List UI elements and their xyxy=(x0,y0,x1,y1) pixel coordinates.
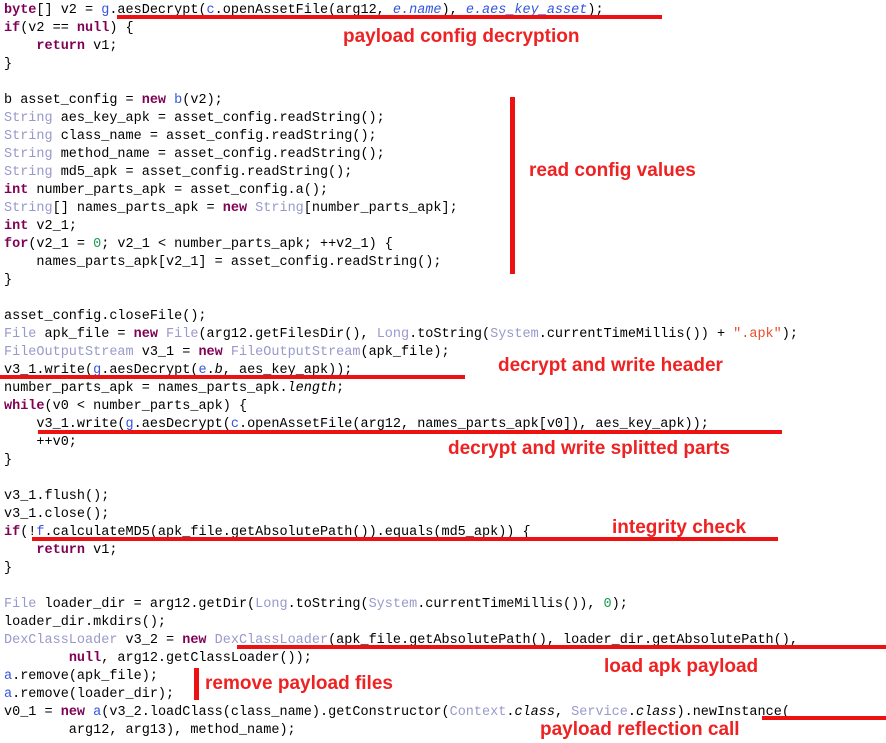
code-line: if(!f.calculateMD5(apk_file.getAbsoluteP… xyxy=(4,525,531,540)
code-line: return v1; xyxy=(36,543,118,558)
code-line: asset_config.closeFile(); xyxy=(4,309,207,324)
code-line: names_parts_apk[v2_1] = asset_config.rea… xyxy=(4,255,442,270)
code-line: File loader_dir = arg12.getDir(Long.toSt… xyxy=(4,597,628,612)
code-line: String method_name = asset_config.readSt… xyxy=(4,147,385,162)
code-line: } xyxy=(4,453,13,468)
code-line: number_parts_apk = names_parts_apk.lengt… xyxy=(4,381,345,396)
code-line: String[] names_parts_apk = new String[nu… xyxy=(4,201,458,216)
code-line: File apk_file = new File(arg12.getFilesD… xyxy=(4,327,798,342)
code-line: while(v0 < number_parts_apk) { xyxy=(4,399,248,414)
code-line: byte[] v2 = g.aesDecrypt(c.openAssetFile… xyxy=(4,3,604,18)
code-line: loader_dir.mkdirs(); xyxy=(4,615,167,630)
code-line: v3_1.close(); xyxy=(4,507,110,522)
code-line: if(v2 == null) { xyxy=(4,21,134,36)
code-line: String aes_key_apk = asset_config.readSt… xyxy=(4,111,385,126)
code-line: v3_1.flush(); xyxy=(4,489,110,504)
code-line: int number_parts_apk = asset_config.a(); xyxy=(4,183,329,198)
code-line: DexClassLoader v3_2 = new DexClassLoader… xyxy=(4,633,798,648)
code-line: String md5_apk = asset_config.readString… xyxy=(4,165,353,180)
code-line: FileOutputStream v3_1 = new FileOutputSt… xyxy=(4,345,450,360)
code-line: return v1; xyxy=(36,39,118,54)
code-line: v3_1.write(g.aesDecrypt(c.openAssetFile(… xyxy=(4,417,709,432)
code-line: } xyxy=(4,57,13,72)
code-line: a.remove(apk_file); xyxy=(4,669,158,684)
code-line: ++v0; xyxy=(4,435,77,450)
code-line: b asset_config = new b(v2); xyxy=(4,93,223,108)
code-line: String class_name = asset_config.readStr… xyxy=(4,129,377,144)
code-line: for(v2_1 = 0; v2_1 < number_parts_apk; +… xyxy=(4,237,393,252)
code-line: a.remove(loader_dir); xyxy=(4,687,175,702)
code-line: v0_1 = new a(v3_2.loadClass(class_name).… xyxy=(4,705,790,720)
code-line: int v2_1; xyxy=(4,219,77,234)
code-listing: byte[] v2 = g.aesDecrypt(c.openAssetFile… xyxy=(0,0,886,743)
code-line: arg12, arg13), method_name); xyxy=(4,723,296,738)
code-line: v3_1.write(g.aesDecrypt(e.b, aes_key_apk… xyxy=(4,363,353,378)
code-line: } xyxy=(4,561,13,576)
code-line: } xyxy=(4,273,13,288)
code-line: null, arg12.getClassLoader()); xyxy=(68,651,312,666)
